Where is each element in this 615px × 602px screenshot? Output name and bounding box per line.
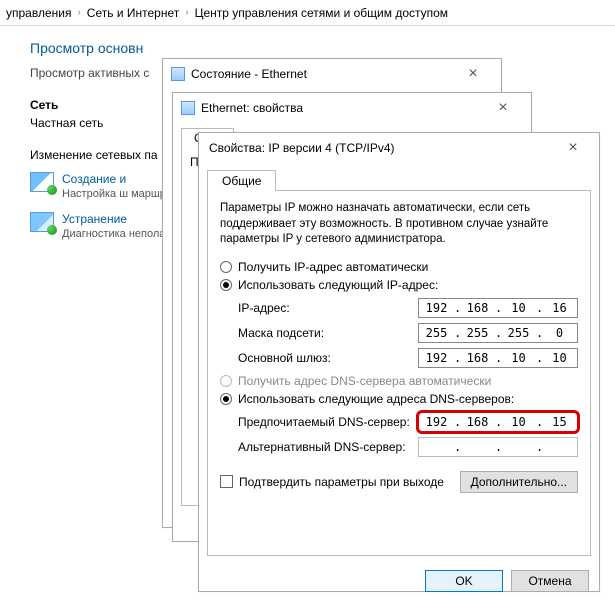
close-icon[interactable]: × (453, 65, 493, 83)
close-icon[interactable]: × (483, 99, 523, 117)
radio-icon (220, 375, 232, 387)
radio-ip-auto[interactable]: Получить IP-адрес автоматически (220, 260, 578, 274)
ethernet-icon (171, 67, 185, 81)
radio-ip-manual[interactable]: Использовать следующий IP-адрес: (220, 278, 578, 292)
radio-dns-manual[interactable]: Использовать следующие адреса DNS-сервер… (220, 392, 578, 406)
row-preferred-dns: Предпочитаемый DNS-сервер: 192. 168. 10.… (238, 412, 578, 432)
cancel-button[interactable]: Отмена (511, 570, 589, 592)
ip-help-text: Параметры IP можно назначать автоматичес… (220, 201, 578, 248)
advanced-button[interactable]: Дополнительно... (460, 471, 578, 493)
radio-icon (220, 393, 232, 405)
radio-label: Получить IP-адрес автоматически (238, 260, 428, 274)
window-title: Ethernet: свойства (201, 101, 303, 115)
row-ip-address: IP-адрес: 192. 168. 10. 16 (238, 298, 578, 318)
input-preferred-dns[interactable]: 192. 168. 10. 15 (418, 412, 578, 432)
window-ipv4-properties: Свойства: IP версии 4 (TCP/IPv4) × Общие… (198, 132, 600, 592)
checkbox-label: Подтвердить параметры при выходе (239, 475, 444, 489)
breadcrumb-item[interactable]: Сеть и Интернет (87, 6, 179, 20)
window-title: Свойства: IP версии 4 (TCP/IPv4) (209, 141, 395, 155)
window-title: Состояние - Ethernet (191, 67, 307, 81)
ethernet-icon (181, 101, 195, 115)
label-alternate-dns: Альтернативный DNS-сервер: (238, 440, 418, 454)
ok-button[interactable]: OK (425, 570, 503, 592)
tab-general-body: Параметры IP можно назначать автоматичес… (207, 190, 591, 556)
radio-icon (220, 261, 232, 273)
radio-dns-auto: Получить адрес DNS-сервера автоматически (220, 374, 578, 388)
radio-label: Получить адрес DNS-сервера автоматически (238, 374, 491, 388)
tab-general[interactable]: Общие (207, 170, 276, 191)
network-setup-icon (30, 172, 54, 192)
network-troubleshoot-icon (30, 212, 54, 232)
row-alternate-dns: Альтернативный DNS-сервер: . . . (238, 437, 578, 457)
row-subnet-mask: Маска подсети: 255. 255. 255. 0 (238, 323, 578, 343)
chevron-right-icon: › (185, 7, 188, 18)
radio-icon (220, 279, 232, 291)
label-ip-address: IP-адрес: (238, 301, 418, 315)
radio-label: Использовать следующие адреса DNS-сервер… (238, 392, 514, 406)
close-icon[interactable]: × (553, 139, 593, 157)
radio-label: Использовать следующий IP-адрес: (238, 278, 438, 292)
label-default-gateway: Основной шлюз: (238, 351, 418, 365)
checkbox-validate-on-exit[interactable] (220, 475, 233, 488)
label-subnet-mask: Маска подсети: (238, 326, 418, 340)
breadcrumb-item[interactable]: Центр управления сетями и общим доступом (195, 6, 449, 20)
label-preferred-dns: Предпочитаемый DNS-сервер: (238, 415, 418, 429)
row-default-gateway: Основной шлюз: 192. 168. 10. 10 (238, 348, 578, 368)
breadcrumb-item[interactable]: управления (6, 6, 71, 20)
input-subnet-mask[interactable]: 255. 255. 255. 0 (418, 323, 578, 343)
input-default-gateway[interactable]: 192. 168. 10. 10 (418, 348, 578, 368)
input-ip-address[interactable]: 192. 168. 10. 16 (418, 298, 578, 318)
chevron-right-icon: › (77, 7, 80, 18)
page-heading: Просмотр основн (30, 40, 605, 56)
input-alternate-dns[interactable]: . . . (418, 437, 578, 457)
breadcrumb: управления › Сеть и Интернет › Центр упр… (0, 0, 615, 26)
